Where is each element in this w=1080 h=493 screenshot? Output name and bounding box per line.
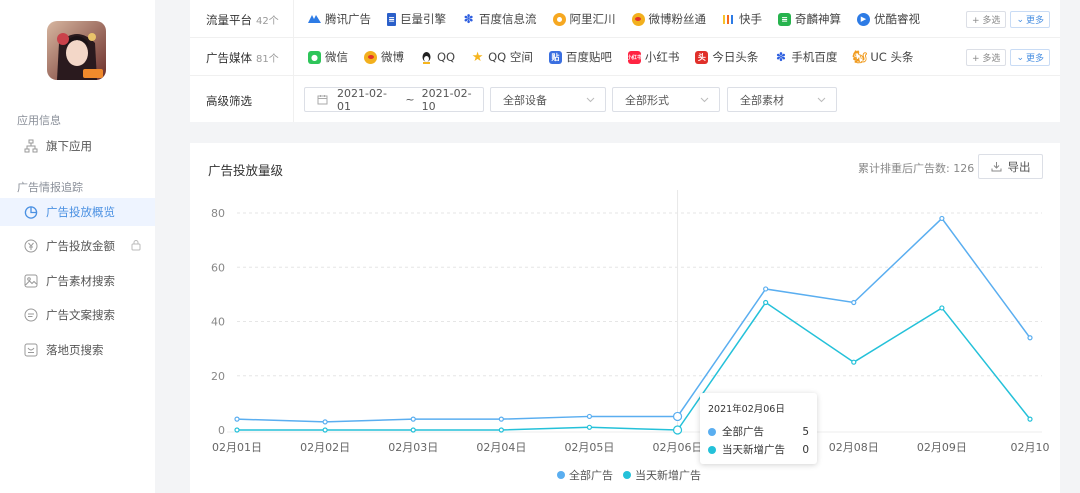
- data-point: [234, 427, 240, 433]
- x-tick-label: 02月04日: [476, 441, 526, 454]
- y-tick-label: 60: [211, 261, 225, 274]
- data-point: [1027, 416, 1033, 422]
- data-point: [763, 299, 769, 306]
- data-point: [851, 359, 857, 365]
- data-point: [851, 299, 857, 306]
- x-tick-label: 02月06日: [653, 441, 703, 454]
- x-tick-label: 02月09日: [917, 441, 967, 454]
- x-tick-label: 02月10: [1011, 441, 1050, 454]
- x-tick-label: 02月05日: [564, 441, 614, 454]
- x-tick-label: 02月03日: [388, 441, 438, 454]
- y-tick-label: 0: [218, 424, 225, 437]
- data-point: [498, 427, 504, 433]
- data-point: [586, 424, 593, 430]
- legend-item-new-ads[interactable]: 当天新增广告: [623, 467, 701, 483]
- data-point: [939, 305, 945, 311]
- tooltip-row: 当天新增广告 0: [708, 442, 809, 457]
- y-tick-label: 40: [211, 316, 225, 329]
- chart-tooltip: 2021年02月06日 全部广告 5 当天新增广告 0: [700, 393, 817, 464]
- series-line-all-ads: [236, 217, 1031, 423]
- chart-legend: 全部广告 当天新增广告: [557, 467, 711, 483]
- x-tick-label: 02月08日: [829, 441, 879, 454]
- legend-item-all-ads[interactable]: 全部广告: [557, 467, 613, 483]
- data-point: [410, 427, 416, 433]
- y-tick-label: 80: [211, 207, 225, 220]
- data-point: [586, 413, 593, 420]
- data-point: [410, 416, 416, 422]
- x-tick-label: 02月02日: [300, 441, 350, 454]
- data-point: [1027, 335, 1033, 341]
- data-point: [672, 425, 683, 435]
- data-point: [763, 286, 769, 292]
- data-point: [498, 416, 504, 422]
- tooltip-row: 全部广告 5: [708, 424, 809, 439]
- y-tick-label: 20: [211, 370, 225, 383]
- data-point: [322, 419, 328, 425]
- tooltip-date: 2021年02月06日: [708, 404, 785, 415]
- x-tick-label: 02月01日: [212, 441, 262, 454]
- data-point: [322, 427, 328, 433]
- data-point: [234, 416, 240, 422]
- line-chart: 0 20 40 60 80 02月01日 02月02日 02月03日 02月04日 02月05日 0…: [211, 190, 1050, 454]
- data-point: [672, 411, 683, 422]
- data-point: [939, 215, 945, 222]
